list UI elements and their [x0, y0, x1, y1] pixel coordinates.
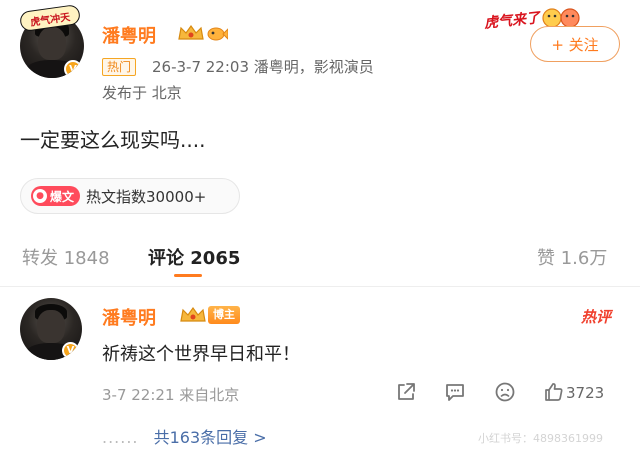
hot-index-label: 热文指数30000+ — [86, 187, 207, 206]
tab-comment[interactable]: 评论 2065 — [148, 244, 240, 270]
active-tab-indicator — [174, 274, 202, 277]
divider — [0, 286, 640, 287]
verified-v-icon: V — [64, 60, 82, 78]
comment-like-count: 3723 — [566, 384, 605, 402]
dislike-face-icon[interactable] — [493, 380, 517, 404]
post-text: 一定要这么现实吗.... — [20, 128, 206, 152]
flame-icon: ● — [33, 189, 47, 203]
tab-like[interactable]: 赞 1.6万 — [537, 244, 607, 270]
share-icon[interactable] — [394, 380, 418, 404]
decoration-text: 虎气来了 — [483, 10, 541, 32]
follow-button[interactable]: + 关注 — [530, 26, 620, 62]
fish-icon — [207, 27, 228, 41]
hot-index-pill[interactable]: ● 爆文 热文指数30000+ — [20, 178, 240, 214]
commenter-avatar[interactable]: V — [20, 298, 82, 360]
commenter-name[interactable]: 潘粤明 — [102, 304, 156, 330]
replies-label: 共163条回复 > — [153, 428, 267, 447]
watermark: 小红书号：4898361999 — [478, 432, 603, 445]
replies-dots: ...... — [102, 428, 139, 447]
tab-repost[interactable]: 转发 1848 — [22, 244, 110, 270]
comment-text: 祈祷这个世界早日和平！ — [102, 344, 300, 365]
thumb-up-icon[interactable] — [542, 380, 566, 404]
hot-tag: 热门 — [102, 58, 137, 76]
hot-article-badge: ● 爆文 — [31, 186, 81, 206]
author-name[interactable]: 潘粤明 — [102, 22, 156, 48]
verified-v-icon: V — [62, 342, 79, 359]
post-location: 发布于 北京 — [102, 84, 182, 102]
crown-icon — [180, 306, 206, 322]
reply-icon[interactable] — [443, 380, 467, 404]
hot-comment-label: 热评 — [581, 308, 612, 326]
post-meta: 26-3-7 22:03 潘粤明，影视演员 — [152, 58, 374, 76]
author-host-badge: 博主 — [208, 306, 240, 324]
crown-icon — [178, 24, 204, 40]
comment-time: 3-7 22:21 来自北京 — [102, 386, 240, 404]
view-replies-link[interactable]: ...... 共163条回复 > — [102, 424, 267, 448]
